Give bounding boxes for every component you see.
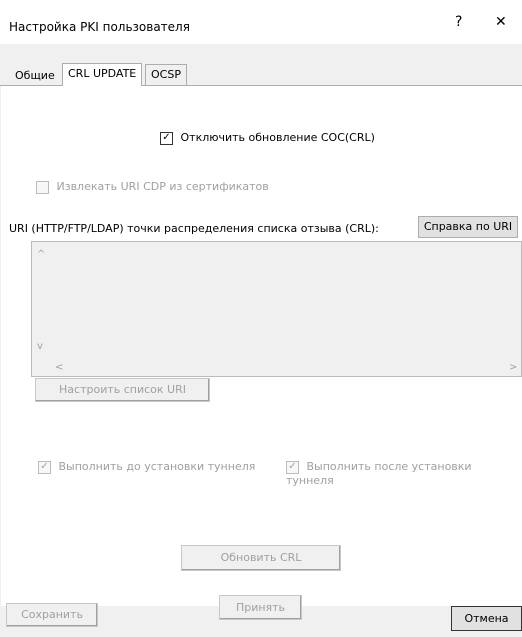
checkbox-box[interactable]: ✓ xyxy=(160,131,173,145)
apply-button[interactable]: Принять xyxy=(219,595,302,620)
tab-general[interactable]: Общие xyxy=(10,67,60,84)
window-title: Настройка PKI пользователя xyxy=(9,20,190,34)
extract-cdp-checkbox[interactable]: Извлекать URI CDP из сертификатов xyxy=(36,180,269,194)
uri-help-button[interactable]: Справка по URI xyxy=(418,216,518,238)
run-before-tunnel-checkbox[interactable]: ✓ Выполнить до установки туннеля xyxy=(38,460,255,474)
uri-list-label: URI (HTTP/FTP/LDAP) точки распределения … xyxy=(9,222,379,235)
save-button[interactable]: Сохранить xyxy=(6,603,98,627)
help-icon[interactable]: ? xyxy=(455,14,462,30)
scroll-right-icon[interactable]: > xyxy=(509,362,517,373)
scroll-down-icon[interactable]: v xyxy=(37,341,43,352)
close-icon[interactable]: ✕ xyxy=(495,14,507,30)
disable-crl-update-checkbox[interactable]: ✓ Отключить обновление СОС(CRL) xyxy=(160,131,375,145)
checkbox-box[interactable]: ✓ xyxy=(38,460,51,474)
update-crl-button[interactable]: Обновить CRL xyxy=(181,545,341,571)
tab-crl-update[interactable]: CRL UPDATE xyxy=(62,63,143,86)
run-after-tunnel-label: Выполнить после установки туннеля xyxy=(286,460,472,487)
checkbox-box[interactable] xyxy=(36,180,49,194)
scroll-left-icon[interactable]: < xyxy=(55,362,63,373)
tab-ocsp[interactable]: OCSP xyxy=(145,64,187,85)
disable-crl-update-label: Отключить обновление СОС(CRL) xyxy=(180,131,375,144)
configure-uri-list-button[interactable]: Настроить список URI xyxy=(35,378,210,402)
run-after-tunnel-checkbox[interactable]: ✓ Выполнить после установки туннеля xyxy=(286,460,522,487)
uri-listbox xyxy=(31,241,522,377)
cancel-button[interactable]: Отмена xyxy=(451,606,522,631)
scroll-up-icon[interactable]: ^ xyxy=(37,249,45,260)
run-before-tunnel-label: Выполнить до установки туннеля xyxy=(58,460,256,473)
extract-cdp-label: Извлекать URI CDP из сертификатов xyxy=(56,180,269,193)
checkbox-box[interactable]: ✓ xyxy=(286,460,299,474)
